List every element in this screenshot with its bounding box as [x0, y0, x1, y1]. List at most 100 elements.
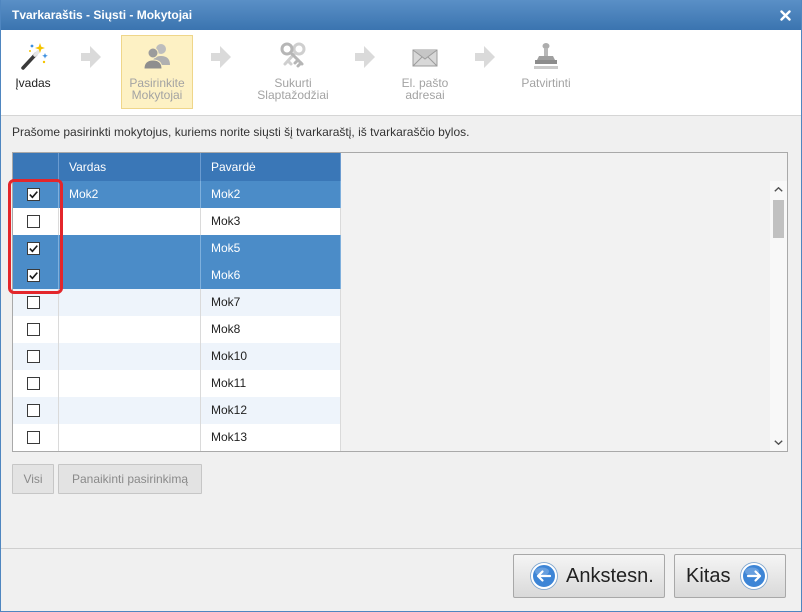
checkbox-cell [13, 343, 59, 370]
grid-header: Vardas Pavardė [13, 153, 341, 181]
cell-pavarde: Mok2 [201, 181, 341, 208]
wizard-step-label-line: Slaptažodžiai [257, 88, 329, 102]
close-icon[interactable] [780, 10, 791, 21]
chevron-up-icon[interactable] [770, 181, 787, 198]
wizard-steps-bar: Įvadas Pasirinkite Mokytojai Sukurti Slaptaž… [0, 30, 802, 116]
checkbox-cell [13, 181, 59, 208]
wizard-step-label: Įvadas [3, 77, 63, 89]
cell-vardas [59, 397, 201, 424]
table-row[interactable]: Mok3 [13, 208, 341, 235]
wizard-step-2: Pasirinkite Mokytojai [121, 35, 193, 109]
cell-vardas [59, 370, 201, 397]
next-button[interactable]: Kitas [674, 554, 786, 598]
wizard-step-label-line: Patvirtinti [521, 76, 571, 90]
cell-pavarde: Mok8 [201, 316, 341, 343]
table-row[interactable]: Mok7 [13, 289, 341, 316]
cell-pavarde: Mok5 [201, 235, 341, 262]
window-title: Tvarkaraštis - Siųsti - Mokytojai [12, 8, 193, 22]
arrow-right-icon [355, 46, 375, 68]
arrow-right-icon [81, 46, 101, 68]
users-icon [142, 41, 172, 71]
wizard-step-3: Sukurti Slaptažodžiai [245, 35, 341, 109]
wizard-step-label: Patvirtinti [498, 77, 594, 89]
checkmark-icon [29, 191, 38, 199]
wizard-step-4: El. pašto adresai [377, 35, 473, 109]
wizard-step-label: Sukurti Slaptažodžiai [245, 77, 341, 101]
scrollbar-thumb[interactable] [773, 200, 784, 238]
cell-vardas [59, 262, 201, 289]
checkbox-cell [13, 235, 59, 262]
table-row[interactable]: Mok8 [13, 316, 341, 343]
cell-vardas: Mok2 [59, 181, 201, 208]
next-button-label: Kitas [686, 565, 731, 587]
table-row[interactable]: Mok10 [13, 343, 341, 370]
checkmark-icon [29, 245, 38, 253]
cell-vardas [59, 235, 201, 262]
wizard-step-5: Patvirtinti [498, 35, 594, 109]
table-row[interactable]: Mok11 [13, 370, 341, 397]
cell-vardas [59, 343, 201, 370]
cell-pavarde: Mok6 [201, 262, 341, 289]
back-button[interactable]: Ankstesn. [513, 554, 665, 598]
checkbox-cell [13, 208, 59, 235]
cell-pavarde: Mok10 [201, 343, 341, 370]
row-checkbox[interactable] [27, 323, 40, 336]
row-checkbox[interactable] [27, 215, 40, 228]
stamp-icon [531, 41, 561, 71]
wizard-step-label: Pasirinkite Mokytojai [122, 77, 192, 101]
cell-vardas [59, 289, 201, 316]
row-checkbox[interactable] [27, 404, 40, 417]
arrow-right-circle-icon [740, 562, 768, 590]
checkmark-icon [29, 272, 38, 280]
row-checkbox[interactable] [27, 188, 40, 201]
row-checkbox[interactable] [27, 242, 40, 255]
wizard-step-label: El. pašto adresai [377, 77, 473, 101]
wizard-step-label-line: Mokytojai [131, 88, 183, 102]
checkbox-cell [13, 397, 59, 424]
wizard-step-label-line: Įvadas [15, 76, 51, 90]
row-checkbox[interactable] [27, 296, 40, 309]
checkbox-cell [13, 262, 59, 289]
vertical-scrollbar[interactable] [770, 181, 787, 451]
grid-body: Mok2 Mok2 Mok3 Mok5 Mok6 Mok7 Mok8 Mok10 Mok11 Mo… [13, 181, 341, 451]
cell-vardas [59, 208, 201, 235]
table-row[interactable]: Mok2 Mok2 [13, 181, 341, 208]
checkbox-cell [13, 370, 59, 397]
header-vardas[interactable]: Vardas [59, 153, 201, 181]
wizard-step-1: Įvadas [3, 35, 63, 109]
cell-pavarde: Mok12 [201, 397, 341, 424]
cell-pavarde: Mok11 [201, 370, 341, 397]
checkbox-cell [13, 316, 59, 343]
instruction-text: Prašome pasirinkti mokytojus, kuriems no… [12, 125, 470, 139]
clear-selection-button[interactable]: Panaikinti pasirinkimą [58, 464, 202, 494]
cell-pavarde: Mok13 [201, 424, 341, 451]
teachers-grid: Vardas Pavardė Mok2 Mok2 Mok3 Mok5 Mok6 Mok7 M… [12, 152, 788, 452]
arrow-right-icon [211, 46, 231, 68]
cell-vardas [59, 424, 201, 451]
table-row[interactable]: Mok12 [13, 397, 341, 424]
cell-vardas [59, 316, 201, 343]
envelope-icon [410, 41, 440, 71]
table-row[interactable]: Mok13 [13, 424, 341, 451]
arrow-left-circle-icon [530, 562, 558, 590]
cell-pavarde: Mok3 [201, 208, 341, 235]
chevron-down-icon[interactable] [770, 434, 787, 451]
header-select-column[interactable] [13, 153, 59, 181]
row-checkbox[interactable] [27, 431, 40, 444]
table-row[interactable]: Mok5 [13, 235, 341, 262]
cell-pavarde: Mok7 [201, 289, 341, 316]
arrow-right-icon [475, 46, 495, 68]
table-row[interactable]: Mok6 [13, 262, 341, 289]
title-bar: Tvarkaraštis - Siųsti - Mokytojai [0, 0, 802, 30]
row-checkbox[interactable] [27, 350, 40, 363]
keys-icon [278, 41, 308, 71]
header-pavarde[interactable]: Pavardė [201, 153, 341, 181]
magic-wand-icon [18, 41, 48, 71]
dialog-footer: Ankstesn. Kitas [0, 548, 802, 612]
select-all-button[interactable]: Visi [12, 464, 54, 494]
back-button-label: Ankstesn. [566, 565, 654, 587]
checkbox-cell [13, 424, 59, 451]
checkbox-cell [13, 289, 59, 316]
row-checkbox[interactable] [27, 269, 40, 282]
row-checkbox[interactable] [27, 377, 40, 390]
